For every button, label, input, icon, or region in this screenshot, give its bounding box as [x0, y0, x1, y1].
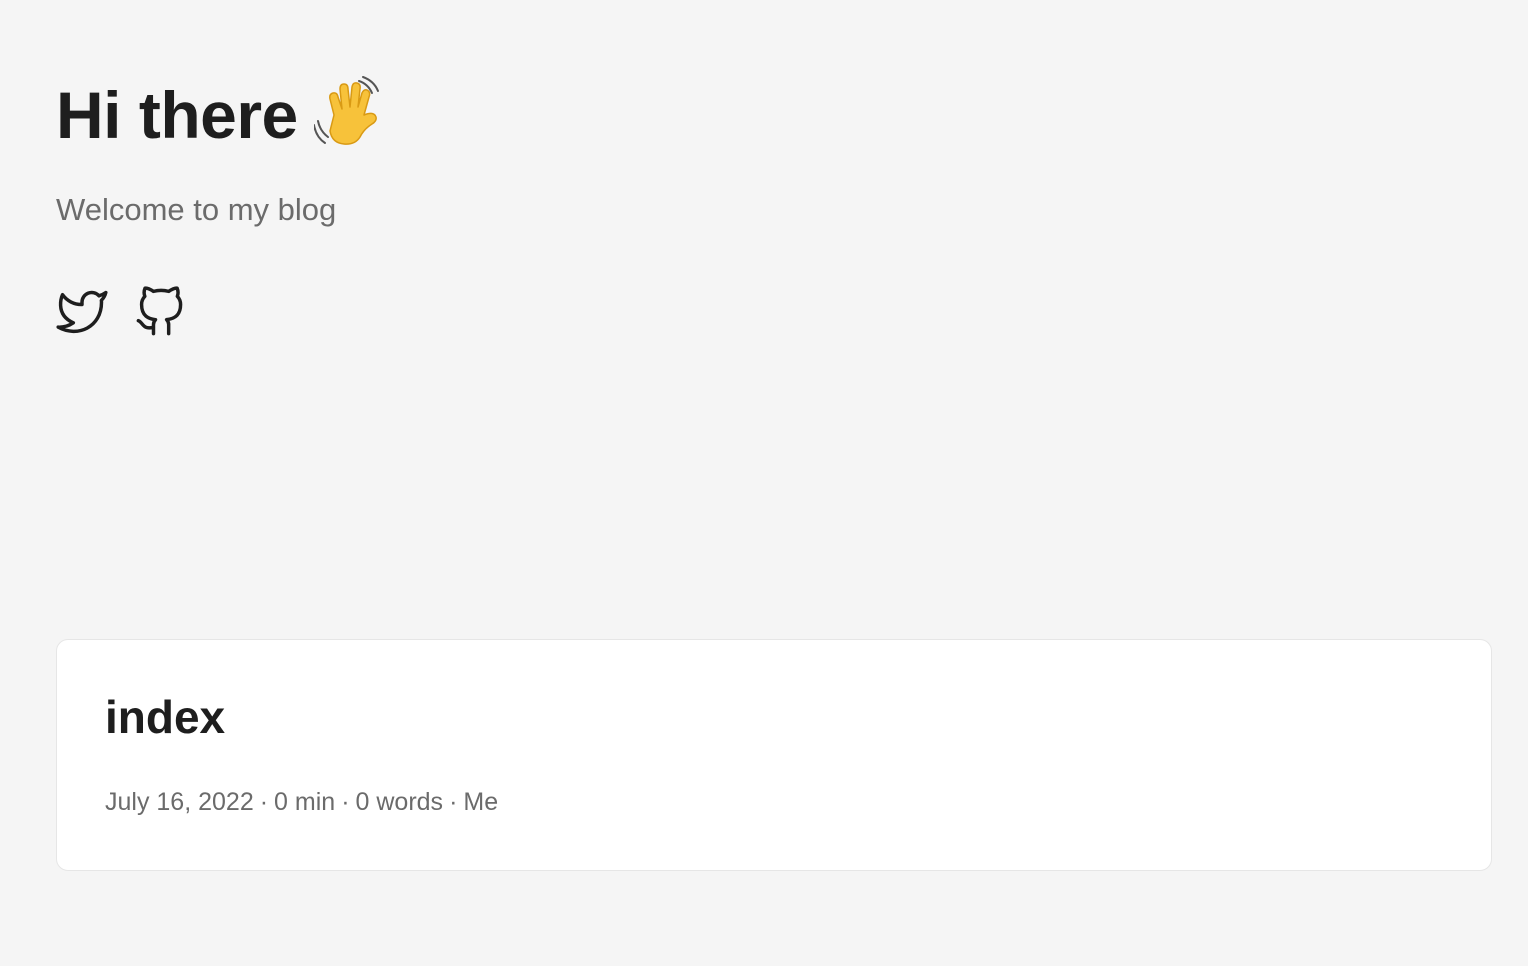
post-date: July 16, 2022 — [105, 788, 254, 816]
page-title: Hi there — [56, 60, 956, 170]
post-word-count: 0 words — [355, 788, 444, 816]
post-title[interactable]: index — [105, 692, 225, 743]
meta-separator: · — [259, 788, 269, 816]
post-card[interactable]: index July 16, 2022 · 0 min · 0 words · … — [56, 639, 1492, 871]
page-subtitle: Welcome to my blog — [56, 192, 337, 227]
post-author: Me — [463, 788, 499, 816]
waving-hand-icon — [312, 75, 386, 147]
page-title-text: Hi there — [56, 78, 298, 152]
twitter-icon — [56, 290, 108, 333]
hero-section: Hi there Welcome to my blog — [56, 60, 956, 336]
github-link[interactable] — [134, 286, 186, 338]
post-meta: July 16, 2022 · 0 min · 0 words · Me — [105, 788, 498, 817]
meta-separator: · — [341, 788, 350, 816]
post-reading-time: 0 min — [274, 788, 336, 816]
twitter-link[interactable] — [56, 286, 108, 338]
social-links — [56, 286, 186, 338]
meta-separator: · — [449, 788, 458, 816]
github-icon — [136, 286, 183, 336]
